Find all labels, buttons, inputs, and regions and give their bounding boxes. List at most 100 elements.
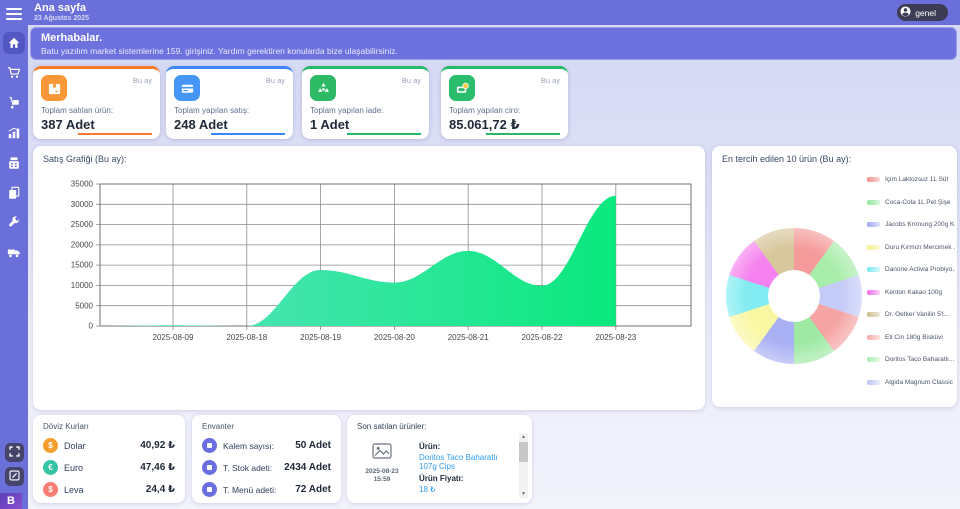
currency-value: 24,4 ₺: [146, 484, 175, 495]
fullscreen-button[interactable]: [5, 443, 24, 462]
legend-color-chip: [867, 245, 880, 250]
period-label: Bu ay: [541, 76, 560, 85]
recent-sales-panel: Son satılan ürünler: 2025-08-23 15:59 Ür…: [347, 415, 532, 503]
sale-date: 2025-08-23: [353, 468, 411, 476]
legend-item: Coca-Cola 1L Pet Şişe: [867, 196, 955, 209]
legend-label: Doritos Taco Baharatlı...: [885, 356, 954, 363]
currency-name: Euro: [64, 463, 83, 473]
sales-chart-title: Satış Grafiği (Bu ay):: [43, 154, 127, 164]
stat-value: 85.061,72 ₺: [449, 117, 560, 133]
product-price-link[interactable]: 18 ₺: [419, 485, 516, 494]
legend-label: Dr. Oetker Vanilin 5'l...: [885, 311, 949, 318]
legend-item: Danone Activia Probiyo...: [867, 263, 955, 276]
product-label: Ürün:: [419, 442, 516, 451]
box-icon: [202, 460, 217, 475]
svg-text:2025-08-21: 2025-08-21: [448, 333, 489, 342]
currency-row-dolar: $ Dolar 40,92 ₺: [33, 438, 185, 453]
notes-button[interactable]: [5, 467, 24, 486]
user-avatar-icon: [900, 6, 911, 19]
stat-value: 387 Adet: [41, 117, 152, 132]
scroll-up-icon[interactable]: ▲: [519, 433, 528, 441]
sidebar-item-sales[interactable]: [3, 62, 25, 84]
user-menu-button[interactable]: genel: [897, 4, 948, 21]
legend-color-chip: [867, 312, 880, 317]
legend-item: Doritos Taco Baharatlı...: [867, 353, 955, 366]
sidebar-item-settings[interactable]: [3, 212, 25, 234]
scroll-down-icon[interactable]: ▼: [519, 490, 528, 498]
legend-color-chip: [867, 357, 880, 362]
recent-sales-list[interactable]: 2025-08-23 15:59 Ürün: Doritos Taco Baha…: [353, 435, 516, 498]
sidebar-item-reports[interactable]: [3, 122, 25, 144]
cash-register-icon: [7, 156, 21, 170]
svg-text:0: 0: [89, 322, 94, 331]
sales-chart-panel: Satış Grafiği (Bu ay): 05000100001500020…: [33, 146, 705, 410]
list-item: 2025-08-23 15:59 Ürün: Doritos Taco Baha…: [353, 435, 516, 494]
legend-label: İçim Laktozsuz 1L Süt: [885, 176, 948, 183]
svg-text:2025-08-22: 2025-08-22: [522, 333, 563, 342]
stat-label: Toplam satılan ürün:: [41, 106, 152, 115]
welcome-banner: Merhabalar. Batu yazılım market sistemle…: [30, 27, 957, 60]
scrollbar-thumb[interactable]: [519, 442, 528, 462]
accent-line: [211, 133, 285, 135]
svg-text:2025-08-09: 2025-08-09: [153, 333, 194, 342]
svg-text:35000: 35000: [71, 180, 94, 189]
sidebar-item-stock[interactable]: [3, 92, 25, 114]
svg-text:2025-08-18: 2025-08-18: [226, 333, 267, 342]
legend-item: Dr. Oetker Vanilin 5'l...: [867, 308, 955, 321]
svg-text:15000: 15000: [71, 261, 94, 270]
stat-value: 248 Adet: [174, 117, 285, 132]
inventory-title: Envanter: [202, 422, 234, 431]
inventory-panel: Envanter Kalem sayısı: 50 Adet T. Stok a…: [192, 415, 341, 503]
home-icon: [7, 36, 21, 50]
recycle-icon: [310, 75, 336, 101]
inventory-value: 72 Adet: [295, 484, 331, 495]
currency-title: Döviz Kurları: [43, 422, 89, 431]
legend-label: Jacobs Kronung 200g Ka...: [885, 221, 955, 228]
svg-text:5000: 5000: [75, 301, 93, 310]
currency-value: 47,46 ₺: [140, 462, 175, 473]
legend-item: Duru Kırmızı Mercimek ...: [867, 241, 955, 254]
stat-label: Toplam yapılan ciro:: [449, 106, 560, 115]
stats-chart-icon: [7, 126, 21, 140]
page-title: Ana sayfa: [34, 3, 960, 14]
recent-sales-title: Son satılan ürünler:: [357, 422, 426, 431]
inventory-row: T. Stok adeti: 2434 Adet: [192, 460, 341, 475]
legend-label: Duru Kırmızı Mercimek ...: [885, 244, 955, 251]
legend-color-chip: [867, 267, 880, 272]
sidebar-item-documents[interactable]: [3, 182, 25, 204]
brand-logo[interactable]: B: [0, 493, 22, 509]
shopping-cart-icon: [7, 66, 21, 80]
period-label: Bu ay: [402, 76, 421, 85]
sale-time: 15:59: [353, 476, 411, 484]
product-name-link[interactable]: Doritos Taco Baharatlı 107g Cips: [419, 453, 516, 471]
legend-label: Kenton Kakao 100g: [885, 289, 942, 296]
leva-icon: $: [43, 482, 58, 497]
inventory-label: T. Menü adeti:: [223, 485, 276, 495]
image-placeholder-icon: [372, 446, 392, 463]
inventory-label: T. Stok adeti:: [223, 463, 272, 473]
wrench-icon: [7, 216, 21, 230]
euro-icon: €: [43, 460, 58, 475]
legend-item: Eti Cin 180g Bisküvi: [867, 331, 955, 344]
svg-text:2025-08-23: 2025-08-23: [595, 333, 636, 342]
edit-note-icon: [9, 468, 20, 486]
fullscreen-icon: [9, 444, 20, 462]
period-label: Bu ay: [266, 76, 285, 85]
topbar: Ana sayfa 23 Ağustos 2025 genel: [28, 0, 960, 25]
top-products-title: En tercih edilen 10 ürün (Bu ay):: [722, 154, 851, 164]
copy-documents-icon: [7, 186, 21, 200]
inventory-row: T. Menü adeti: 72 Adet: [192, 482, 341, 497]
stat-card-returns: Bu ay Toplam yapılan iade: 1 Adet: [302, 66, 429, 139]
currency-rates-panel: Döviz Kurları $ Dolar 40,92 ₺ € Euro 47,…: [33, 415, 185, 503]
sidebar-item-shipping[interactable]: [3, 242, 25, 264]
dashboard: B Ana sayfa 23 Ağustos 2025 genel Merhab…: [0, 0, 960, 509]
stat-card-revenue: Bu ay Toplam yapılan ciro: 85.061,72 ₺: [441, 66, 568, 139]
accent-line: [78, 133, 152, 135]
delivery-truck-icon: [7, 246, 21, 260]
sidebar-item-register[interactable]: [3, 152, 25, 174]
svg-text:2025-08-19: 2025-08-19: [300, 333, 341, 342]
menu-toggle-icon[interactable]: [6, 8, 22, 20]
stat-value: 1 Adet: [310, 117, 421, 132]
sidebar-item-home[interactable]: [3, 32, 25, 54]
scrollbar[interactable]: ▲ ▼: [519, 433, 528, 498]
